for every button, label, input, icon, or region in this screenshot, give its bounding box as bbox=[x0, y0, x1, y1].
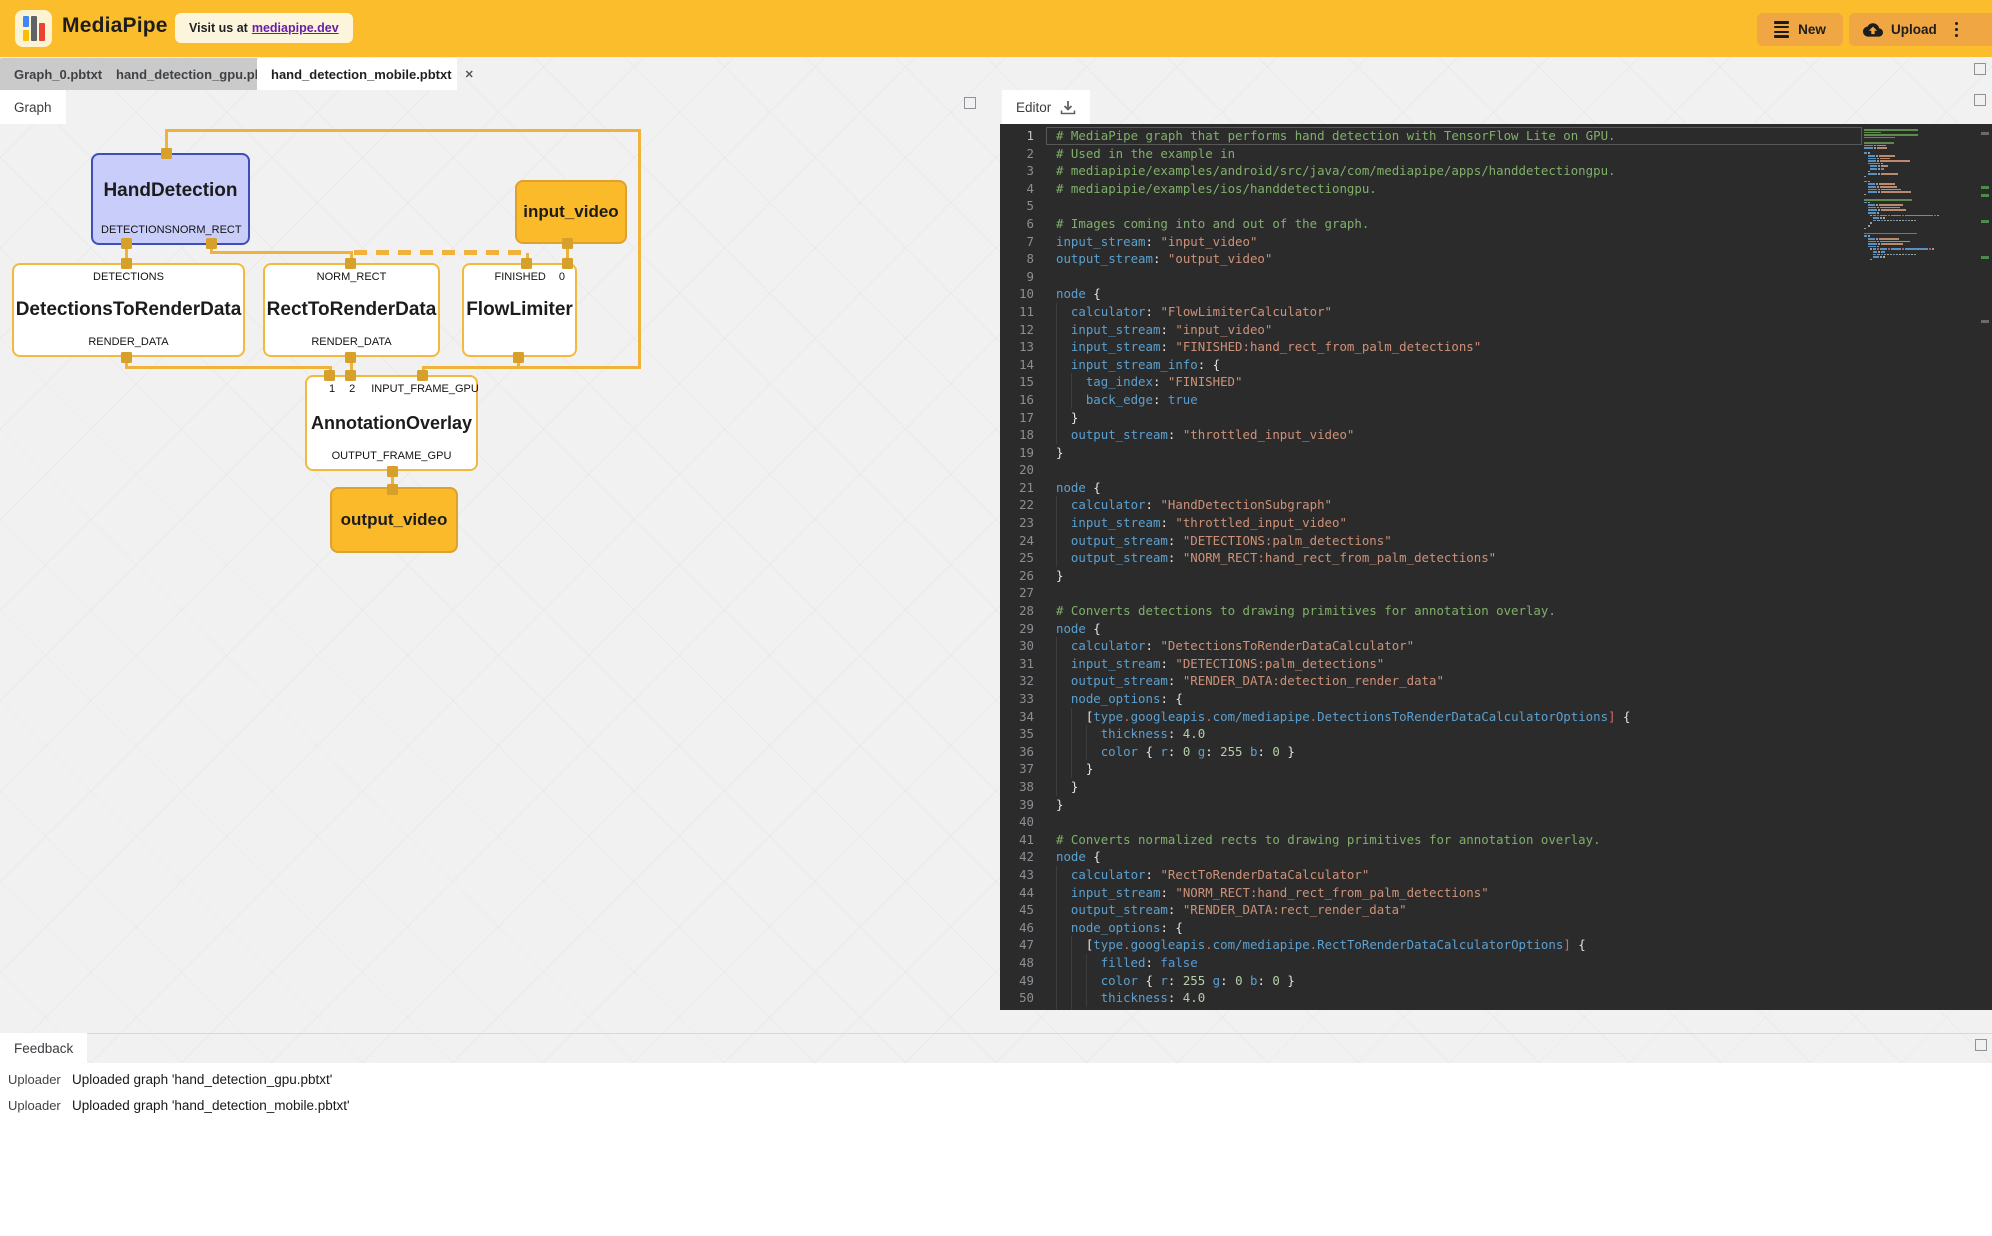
code-editor[interactable]: 1# MediaPipe graph that performs hand de… bbox=[1000, 124, 1992, 1010]
graph-node-detections-to-render-data[interactable]: DETECTIONS DetectionsToRenderData RENDER… bbox=[12, 263, 245, 357]
port-connector bbox=[387, 484, 398, 495]
port-connector bbox=[345, 370, 356, 381]
popout-top-icon[interactable] bbox=[1974, 63, 1986, 75]
graph-panel-tab[interactable]: Graph bbox=[0, 90, 66, 124]
graph-node-input-video[interactable]: input_video bbox=[515, 180, 627, 244]
upload-menu-kebab-icon[interactable] bbox=[1951, 20, 1962, 39]
download-icon[interactable] bbox=[1060, 100, 1076, 115]
port-connector bbox=[521, 258, 532, 269]
port-connector bbox=[206, 238, 217, 249]
file-tab-hand-detection-mobile[interactable]: hand_detection_mobile.pbtxt ✕ bbox=[257, 58, 457, 90]
graph-edge bbox=[638, 129, 641, 369]
node-input-ports: NORM_RECT bbox=[273, 271, 430, 283]
node-output-ports: OUTPUT_FRAME_GPU bbox=[315, 450, 468, 462]
graph-edge bbox=[165, 129, 641, 132]
port-connector bbox=[513, 352, 524, 363]
cloud-upload-icon bbox=[1863, 22, 1883, 37]
feedback-entry: Uploader Uploaded graph 'hand_detection_… bbox=[8, 1098, 350, 1113]
mediapipe-dev-link[interactable]: mediapipe.dev bbox=[252, 21, 339, 35]
node-input-ports: 1 2 INPUT_FRAME_GPU bbox=[315, 383, 468, 395]
editor-panel-tab[interactable]: Editor bbox=[1002, 90, 1090, 124]
port-connector bbox=[324, 370, 335, 381]
popout-editor-icon[interactable] bbox=[1974, 94, 1986, 106]
popout-graph-icon[interactable] bbox=[964, 97, 976, 109]
graph-back-edge-dashed bbox=[354, 250, 528, 255]
port-connector bbox=[387, 466, 398, 477]
graph-node-flow-limiter[interactable]: FINISHED 0 FlowLimiter bbox=[462, 263, 577, 357]
port-connector bbox=[345, 352, 356, 363]
graph-edge bbox=[422, 366, 641, 369]
graph-edge bbox=[210, 251, 353, 254]
editor-minimap[interactable] bbox=[1864, 129, 1976, 261]
code-lines[interactable]: 1# MediaPipe graph that performs hand de… bbox=[1000, 127, 1862, 1010]
graph-node-rect-to-render-data[interactable]: NORM_RECT RectToRenderData RENDER_DATA bbox=[263, 263, 440, 357]
port-connector bbox=[121, 352, 132, 363]
graph-edge bbox=[125, 366, 332, 369]
feedback-source: Uploader bbox=[8, 1072, 72, 1087]
app-title: MediaPipe bbox=[62, 14, 168, 38]
feedback-message: Uploaded graph 'hand_detection_gpu.pbtxt… bbox=[72, 1072, 332, 1087]
visit-prefix: Visit us at bbox=[189, 21, 248, 35]
file-tab-hand-detection-gpu[interactable]: hand_detection_gpu.pbtxt ✕ bbox=[102, 58, 279, 90]
port-connector bbox=[562, 258, 573, 269]
mediapipe-visualizer: MediaPipe Visit us at mediapipe.dev New … bbox=[0, 0, 1992, 1236]
node-input-ports: FINISHED 0 bbox=[472, 271, 567, 283]
mediapipe-logo-icon bbox=[15, 10, 52, 47]
node-output-ports: DETECTIONS NORM_RECT bbox=[101, 224, 240, 236]
port-connector bbox=[562, 238, 573, 249]
feedback-message: Uploaded graph 'hand_detection_mobile.pb… bbox=[72, 1098, 350, 1113]
visit-pill: Visit us at mediapipe.dev bbox=[175, 13, 353, 43]
upload-button[interactable]: Upload bbox=[1849, 13, 1992, 46]
port-connector bbox=[121, 238, 132, 249]
feedback-body bbox=[0, 1063, 1992, 1236]
new-list-icon bbox=[1774, 21, 1789, 37]
node-output-ports: RENDER_DATA bbox=[22, 336, 235, 348]
new-button[interactable]: New bbox=[1757, 13, 1843, 46]
feedback-panel-tab[interactable]: Feedback bbox=[0, 1033, 87, 1063]
close-icon[interactable]: ✕ bbox=[462, 67, 477, 82]
graph-node-output-video[interactable]: output_video bbox=[330, 487, 458, 553]
port-connector bbox=[345, 258, 356, 269]
feedback-entry: Uploader Uploaded graph 'hand_detection_… bbox=[8, 1072, 332, 1087]
port-connector bbox=[417, 370, 428, 381]
graph-node-annotation-overlay[interactable]: 1 2 INPUT_FRAME_GPU AnnotationOverlay OU… bbox=[305, 375, 478, 471]
app-bar: MediaPipe Visit us at mediapipe.dev New … bbox=[0, 0, 1992, 57]
feedback-strip bbox=[0, 1033, 1992, 1064]
port-connector bbox=[121, 258, 132, 269]
node-output-ports: RENDER_DATA bbox=[273, 336, 430, 348]
port-connector bbox=[161, 148, 172, 159]
node-input-ports: DETECTIONS bbox=[22, 271, 235, 283]
editor-overview-ruler[interactable] bbox=[1979, 124, 1992, 1010]
feedback-source: Uploader bbox=[8, 1098, 72, 1113]
graph-node-hand-detection[interactable]: HandDetection DETECTIONS NORM_RECT bbox=[91, 153, 250, 245]
